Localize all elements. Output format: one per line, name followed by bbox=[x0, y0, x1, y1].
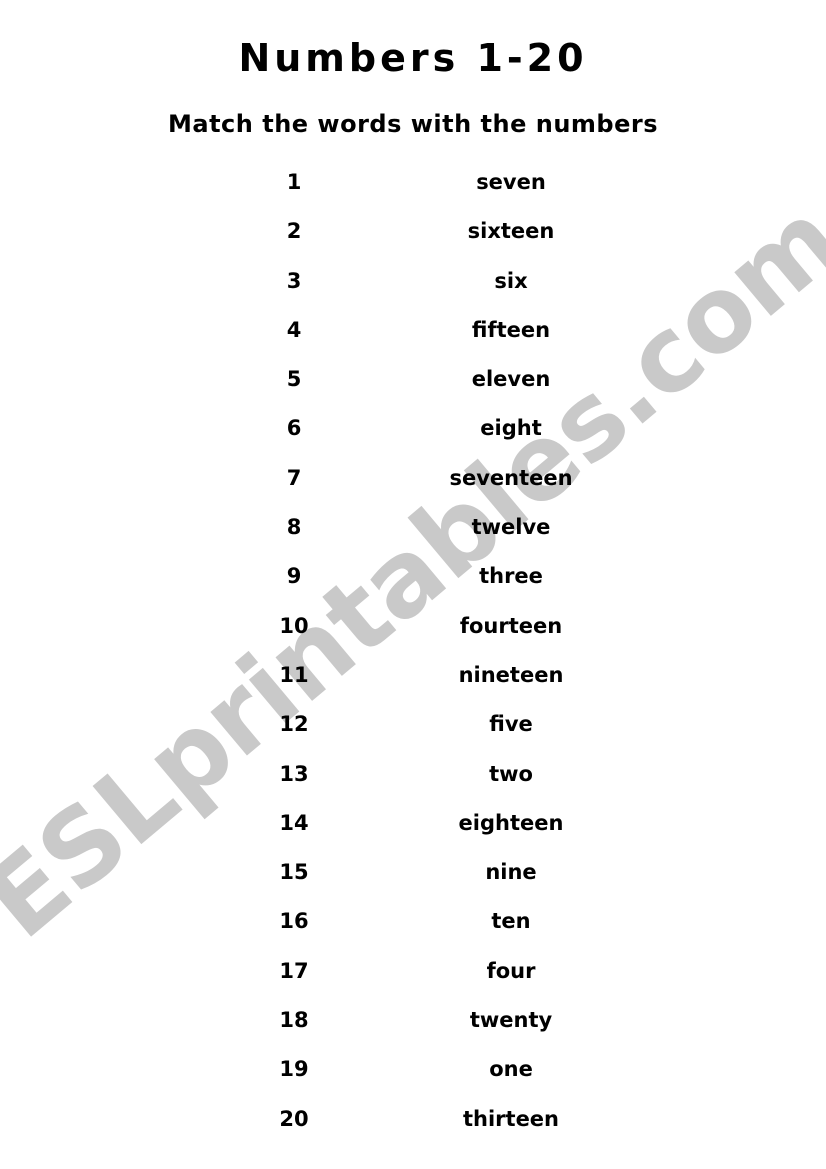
number-word: eighteen bbox=[458, 810, 564, 835]
number: 15 bbox=[279, 860, 309, 885]
number-word: fourteen bbox=[459, 613, 563, 638]
number: 14 bbox=[279, 810, 309, 835]
number-word: twenty bbox=[469, 1008, 553, 1033]
number: 2 bbox=[286, 219, 302, 244]
list-item: 2 sixteen bbox=[0, 216, 826, 265]
number-word: sixteen bbox=[467, 219, 555, 244]
number-word: three bbox=[479, 564, 543, 589]
page-title: Numbers 1-20 bbox=[238, 36, 588, 80]
list-item: 8 twelve bbox=[0, 512, 826, 561]
number-word: ten bbox=[491, 909, 531, 934]
number-word: fifteen bbox=[471, 317, 551, 342]
list-item: 11 nineteen bbox=[0, 660, 826, 709]
list-item: 20 thirteen bbox=[0, 1104, 826, 1153]
list-item: 10 fourteen bbox=[0, 611, 826, 660]
number: 4 bbox=[286, 317, 302, 342]
number-word: one bbox=[489, 1057, 533, 1082]
number: 8 bbox=[286, 515, 302, 540]
number: 10 bbox=[279, 613, 309, 638]
number-word: eight bbox=[480, 416, 542, 441]
number: 11 bbox=[279, 662, 309, 687]
number: 9 bbox=[286, 564, 302, 589]
number-word: seventeen bbox=[449, 465, 573, 490]
number-word: two bbox=[489, 761, 533, 786]
number: 18 bbox=[279, 1008, 309, 1033]
number: 1 bbox=[286, 170, 302, 194]
list-item: 16 ten bbox=[0, 906, 826, 955]
list-item: 15 nine bbox=[0, 857, 826, 906]
number: 19 bbox=[279, 1057, 309, 1082]
list-item: 1 seven bbox=[0, 167, 826, 216]
matching-list: 1 seven 2 sixteen 3 six 4 fifteen 5 eleven 6 e… bbox=[0, 167, 826, 1153]
number-word: seven bbox=[476, 170, 546, 194]
number-word: five bbox=[489, 712, 533, 737]
number: 6 bbox=[286, 416, 302, 441]
number: 12 bbox=[279, 712, 309, 737]
number: 20 bbox=[279, 1106, 309, 1131]
list-item: 3 six bbox=[0, 266, 826, 315]
list-item: 6 eight bbox=[0, 413, 826, 462]
list-item: 17 four bbox=[0, 956, 826, 1005]
number-word: nine bbox=[485, 860, 537, 885]
list-item: 9 three bbox=[0, 561, 826, 610]
number-word: nineteen bbox=[458, 662, 564, 687]
number-word: twelve bbox=[471, 515, 551, 540]
number-word: six bbox=[494, 268, 528, 293]
list-item: 19 one bbox=[0, 1054, 826, 1103]
number: 3 bbox=[286, 268, 302, 293]
number-word: eleven bbox=[471, 367, 551, 392]
list-item: 7 seventeen bbox=[0, 463, 826, 512]
instructions: Match the words with the numbers bbox=[168, 110, 658, 138]
number: 7 bbox=[286, 465, 302, 490]
number-word: thirteen bbox=[462, 1106, 560, 1131]
list-item: 12 five bbox=[0, 709, 826, 758]
list-item: 18 twenty bbox=[0, 1005, 826, 1054]
number: 13 bbox=[279, 761, 309, 786]
number-word: four bbox=[486, 958, 536, 983]
list-item: 13 two bbox=[0, 759, 826, 808]
number: 17 bbox=[279, 958, 309, 983]
list-item: 14 eighteen bbox=[0, 808, 826, 857]
number: 16 bbox=[279, 909, 309, 934]
list-item: 4 fifteen bbox=[0, 315, 826, 364]
list-item: 5 eleven bbox=[0, 364, 826, 413]
number: 5 bbox=[286, 367, 302, 392]
